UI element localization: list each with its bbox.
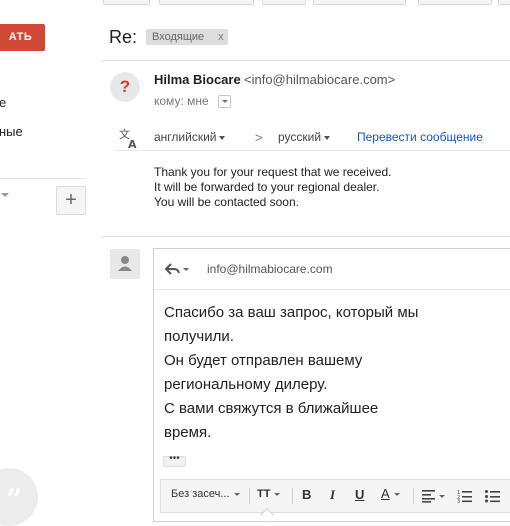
svg-text:A: A	[128, 138, 137, 149]
sidebar-divider	[0, 178, 85, 179]
reply-text-line[interactable]: Он будет отправлен вашему	[164, 352, 362, 369]
font-size-button[interactable]: TT	[257, 488, 281, 500]
toolbar-button[interactable]	[418, 0, 492, 5]
font-select[interactable]: Без засеч...	[171, 488, 240, 500]
arrow-right-icon: >	[255, 130, 263, 145]
caret-down-icon	[324, 135, 331, 140]
font-label: Без засеч...	[171, 488, 230, 500]
toolbar-button[interactable]	[313, 0, 406, 5]
reply-type-icon[interactable]	[164, 262, 190, 276]
caret-down-icon	[233, 492, 240, 496]
reply-text-line[interactable]: региональному дилеру.	[164, 376, 327, 393]
label-name: Входящие	[152, 31, 205, 43]
target-language-select[interactable]: русский	[278, 130, 331, 144]
formatting-toolbar: Без засеч... TT B I U A 1 2 3	[160, 479, 510, 513]
chevron-down-icon[interactable]	[1, 193, 9, 197]
message-body-line: Thank you for your request that we recei…	[154, 165, 392, 179]
source-language-select[interactable]: английский	[154, 130, 226, 144]
sidebar-item-label[interactable]: е	[0, 95, 6, 110]
divider	[249, 488, 250, 504]
sender-email: <info@hilmabiocare.com>	[244, 72, 396, 87]
details-dropdown-icon[interactable]	[218, 95, 231, 108]
svg-text:3: 3	[457, 499, 460, 503]
label-chip[interactable]: Входящие x	[146, 29, 228, 45]
unknown-sender-avatar: ?	[110, 72, 140, 102]
caret-down-icon	[393, 493, 400, 497]
divider	[101, 60, 510, 61]
numbered-list-icon[interactable]: 1 2 3	[457, 489, 473, 503]
divider	[292, 488, 293, 504]
sender-name[interactable]: Hilma Biocare	[154, 72, 241, 87]
remove-label-icon[interactable]: x	[218, 31, 224, 43]
message-subject: Re:	[109, 27, 138, 47]
toolbar-button[interactable]	[103, 0, 150, 5]
toolbar-button[interactable]	[159, 0, 254, 5]
compose-button[interactable]: АТЬ	[0, 24, 45, 51]
caret-down-icon	[274, 492, 281, 496]
divider	[114, 150, 510, 151]
show-trimmed-content-button[interactable]: •••	[163, 454, 186, 467]
reply-text-line[interactable]: получили.	[164, 328, 234, 345]
user-avatar	[110, 249, 140, 279]
sidebar-item-label[interactable]: ные	[0, 124, 23, 139]
divider	[154, 289, 510, 290]
translate-icon: 文 A	[119, 127, 137, 149]
reply-recipient[interactable]: info@hilmabiocare.com	[207, 262, 333, 276]
text-size-icon: TT	[257, 488, 271, 500]
toolbar-button[interactable]	[262, 0, 306, 5]
reply-text-line[interactable]: Спасибо за ваш запрос, который мы	[164, 304, 418, 321]
caret-down-icon	[219, 135, 226, 140]
divider	[413, 488, 414, 504]
message-body-line: It will be forwarded to your regional de…	[154, 180, 380, 194]
divider	[101, 236, 510, 237]
add-button[interactable]: +	[56, 186, 86, 215]
underline-button[interactable]: U	[355, 487, 364, 502]
quote-icon: ”	[6, 483, 23, 516]
recipient-line: кому: мне	[154, 94, 209, 108]
target-language-label: русский	[278, 130, 322, 144]
italic-button[interactable]: I	[330, 487, 335, 503]
reply-text-line[interactable]: время.	[164, 424, 211, 441]
bold-button[interactable]: B	[302, 487, 311, 502]
text-color-button[interactable]: A	[381, 486, 400, 501]
translate-message-link[interactable]: Перевести сообщение	[357, 130, 483, 144]
bulleted-list-icon[interactable]	[485, 489, 501, 503]
message-body-line: You will be contacted soon.	[154, 195, 299, 209]
reply-text-line[interactable]: С вами свяжутся в ближайшее	[164, 400, 378, 417]
source-language-label: английский	[154, 130, 217, 144]
toolbar-button[interactable]	[498, 0, 510, 5]
align-icon[interactable]	[422, 489, 446, 503]
text-color-icon: A	[381, 486, 390, 501]
